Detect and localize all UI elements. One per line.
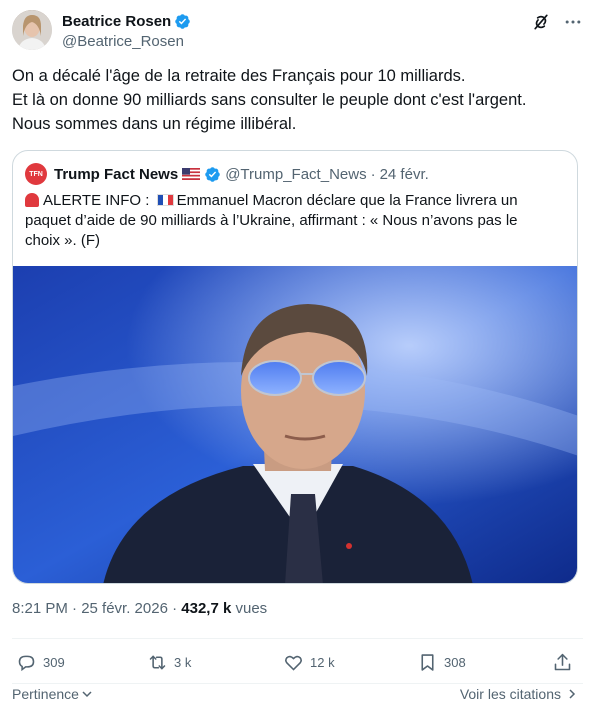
- siren-icon: [25, 193, 39, 207]
- tweet-header: Beatrice Rosen @Beatrice_Rosen: [12, 10, 583, 54]
- quoted-line-1-rest: Emmanuel Macron déclare que la France li…: [176, 192, 518, 209]
- chevron-down-icon: [82, 691, 92, 698]
- tweet-time[interactable]: 8:21 PM · 25 févr. 2026 ·: [12, 600, 181, 617]
- tweet-timestamp: 8:21 PM · 25 févr. 2026 · 432,7 k vues: [12, 600, 267, 617]
- separator-dot: ·: [370, 165, 376, 183]
- tweet-text: On a décalé l'âge de la retraite des Fra…: [12, 64, 582, 136]
- quoted-author-name[interactable]: Trump Fact News: [54, 166, 178, 183]
- share-icon: [554, 653, 571, 671]
- sort-dropdown[interactable]: Pertinence: [12, 686, 93, 702]
- bookmark-button[interactable]: 308: [417, 652, 466, 673]
- quoted-line-2: paquet d’aide de 90 milliards à l’Ukrain…: [25, 212, 518, 229]
- view-quotes-label: Voir les citations: [459, 686, 561, 702]
- grok-icon[interactable]: [531, 12, 551, 32]
- quoted-tweet-header: TFN Trump Fact News @Trump_Fact_News · 2…: [25, 163, 429, 185]
- tweet-line: Et là on donne 90 milliards sans consult…: [12, 91, 527, 109]
- quoted-tweet-text: ALERTE INFO : Emmanuel Macron déclare qu…: [25, 191, 565, 251]
- author-name-row[interactable]: Beatrice Rosen: [62, 12, 191, 31]
- replies-footer: Pertinence Voir les citations: [12, 686, 583, 708]
- sort-label: Pertinence: [12, 686, 79, 702]
- reply-button[interactable]: 309: [16, 652, 65, 673]
- share-button[interactable]: [552, 652, 573, 673]
- bookmark-icon: [421, 654, 434, 671]
- author-name[interactable]: Beatrice Rosen: [62, 12, 171, 31]
- quoted-line-1: ALERTE INFO : Emmanuel Macron déclare qu…: [25, 191, 565, 211]
- retweet-count: 3 k: [174, 655, 192, 670]
- views-label: vues: [231, 600, 268, 617]
- author-handle[interactable]: @Beatrice_Rosen: [62, 32, 184, 51]
- quoted-tweet-photo[interactable]: [13, 266, 577, 583]
- like-button[interactable]: 12 k: [283, 652, 335, 673]
- more-icon[interactable]: [563, 12, 583, 32]
- quoted-author-handle[interactable]: @Trump_Fact_News: [225, 166, 366, 183]
- bookmark-count: 308: [444, 655, 466, 670]
- reply-icon: [18, 655, 35, 672]
- alert-prefix: ALERTE INFO :: [43, 192, 150, 209]
- like-icon: [285, 655, 302, 671]
- verified-badge-icon: [205, 166, 220, 182]
- verified-badge-icon: [175, 14, 190, 29]
- author-avatar[interactable]: [12, 10, 52, 50]
- reply-count: 309: [43, 655, 65, 670]
- us-flag-icon: [182, 168, 201, 180]
- like-count: 12 k: [310, 655, 335, 670]
- divider: [12, 683, 583, 684]
- tweet-line: Nous sommes dans un régime illibéral.: [12, 115, 297, 133]
- tweet-line: On a décalé l'âge de la retraite des Fra…: [12, 67, 466, 85]
- divider: [12, 638, 583, 639]
- retweet-icon: [149, 655, 166, 670]
- view-quotes-link[interactable]: Voir les citations: [460, 686, 577, 702]
- fr-flag-icon: [156, 194, 174, 206]
- quoted-tweet[interactable]: TFN Trump Fact News @Trump_Fact_News · 2…: [12, 150, 578, 584]
- retweet-button[interactable]: 3 k: [147, 652, 191, 673]
- quoted-tweet-date[interactable]: 24 févr.: [380, 166, 429, 183]
- chevron-right-icon: [569, 689, 576, 699]
- action-bar: 309 3 k 12 k 308: [12, 648, 583, 678]
- views-count: 432,7 k: [181, 600, 232, 617]
- quoted-line-3: choix ». (F): [25, 232, 101, 249]
- quoted-author-avatar[interactable]: TFN: [25, 163, 47, 185]
